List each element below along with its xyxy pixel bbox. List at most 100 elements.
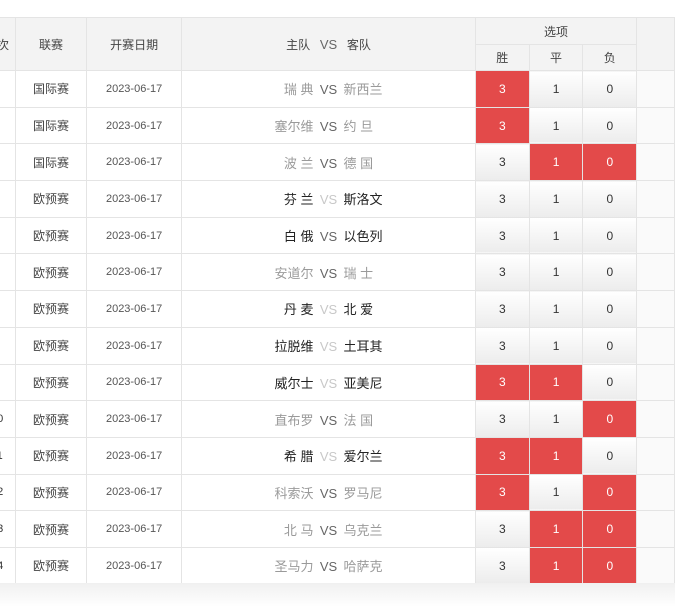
option-draw[interactable]: 1 bbox=[528, 70, 584, 108]
away-team: 北 爱 bbox=[343, 302, 374, 318]
match-seq: 7 bbox=[0, 290, 17, 328]
match-teams: 希 腊 VS 爱尔兰 bbox=[181, 436, 476, 475]
option-draw[interactable]: 1 bbox=[528, 216, 584, 255]
option-draw[interactable]: 1 bbox=[528, 436, 584, 475]
match-row: 13欧预赛2023-06-17 北 马 VS 乌克兰 310 bbox=[0, 510, 675, 548]
option-win[interactable]: 3 bbox=[474, 290, 530, 328]
option-win[interactable]: 3 bbox=[474, 253, 530, 292]
row-extra bbox=[636, 510, 675, 548]
vs-label: VS bbox=[319, 522, 338, 538]
option-win[interactable]: 3 bbox=[474, 363, 530, 402]
match-row: 4欧预赛2023-06-17 芬 兰 VS 斯洛文 310 bbox=[0, 180, 675, 218]
match-league: 欧预赛 bbox=[15, 400, 87, 438]
option-draw[interactable]: 1 bbox=[528, 473, 584, 512]
match-league: 国际赛 bbox=[15, 143, 87, 182]
home-team: 瑞 典 bbox=[283, 82, 314, 98]
home-team: 白 俄 bbox=[283, 229, 314, 245]
home-team: 丹 麦 bbox=[283, 302, 314, 318]
match-row: 7欧预赛2023-06-17 丹 麦 VS 北 爱 310 bbox=[0, 290, 675, 328]
match-seq: 3 bbox=[0, 143, 17, 182]
option-lose[interactable]: 0 bbox=[582, 400, 638, 438]
option-lose[interactable]: 0 bbox=[582, 70, 638, 108]
row-extra bbox=[636, 290, 675, 328]
match-league: 国际赛 bbox=[15, 70, 87, 108]
option-win[interactable]: 3 bbox=[474, 70, 530, 108]
option-lose[interactable]: 0 bbox=[582, 510, 638, 548]
option-win[interactable]: 3 bbox=[474, 180, 530, 218]
option-lose[interactable]: 0 bbox=[582, 363, 638, 402]
vs-label: VS bbox=[319, 229, 338, 245]
option-lose[interactable]: 0 bbox=[582, 546, 638, 585]
home-team: 拉脱维 bbox=[274, 339, 314, 355]
option-win[interactable]: 3 bbox=[474, 510, 530, 548]
option-lose[interactable]: 0 bbox=[582, 253, 638, 292]
home-team: 波 兰 bbox=[283, 155, 314, 171]
option-win[interactable]: 3 bbox=[474, 473, 530, 512]
match-date: 2023-06-17 bbox=[85, 106, 183, 145]
option-draw[interactable]: 1 bbox=[528, 326, 584, 365]
option-lose[interactable]: 0 bbox=[582, 436, 638, 475]
option-draw[interactable]: 1 bbox=[528, 180, 584, 218]
option-lose[interactable]: 0 bbox=[582, 216, 638, 255]
option-win[interactable]: 3 bbox=[474, 436, 530, 475]
vs-label: VS bbox=[319, 449, 338, 465]
option-draw[interactable]: 1 bbox=[528, 510, 584, 548]
option-draw[interactable]: 1 bbox=[528, 106, 584, 145]
betting-table-container: 场次 联赛 开赛日期 主队 VS 客队 选项 胜 平 负 1国际赛2023-06… bbox=[0, 17, 675, 585]
option-win[interactable]: 3 bbox=[474, 106, 530, 145]
option-lose[interactable]: 0 bbox=[582, 326, 638, 365]
vs-label: VS bbox=[319, 192, 338, 208]
vs-label: VS bbox=[319, 559, 338, 575]
header-home: 主队 bbox=[286, 37, 311, 52]
option-draw[interactable]: 1 bbox=[528, 290, 584, 328]
header-seq: 场次 bbox=[0, 17, 17, 71]
match-seq: 2 bbox=[0, 106, 17, 145]
match-date: 2023-06-17 bbox=[85, 436, 183, 475]
header-extra bbox=[636, 17, 675, 71]
header-lose: 负 bbox=[582, 44, 638, 71]
vs-label: VS bbox=[319, 302, 338, 318]
option-lose[interactable]: 0 bbox=[582, 106, 638, 145]
match-teams: 白 俄 VS 以色列 bbox=[181, 216, 476, 255]
row-extra bbox=[636, 253, 675, 292]
match-teams: 科索沃 VS 罗马尼 bbox=[181, 473, 476, 512]
match-league: 欧预赛 bbox=[15, 216, 87, 255]
match-league: 欧预赛 bbox=[15, 363, 87, 402]
header-win: 胜 bbox=[474, 44, 530, 71]
option-draw[interactable]: 1 bbox=[528, 253, 584, 292]
match-seq: 12 bbox=[0, 473, 17, 512]
away-team: 瑞 士 bbox=[343, 265, 374, 281]
match-date: 2023-06-17 bbox=[85, 216, 183, 255]
option-draw[interactable]: 1 bbox=[528, 400, 584, 438]
away-team: 法 国 bbox=[343, 412, 374, 428]
match-row: 8欧预赛2023-06-17 拉脱维 VS 土耳其 310 bbox=[0, 326, 675, 365]
header-date: 开赛日期 bbox=[85, 17, 183, 71]
option-lose[interactable]: 0 bbox=[582, 473, 638, 512]
match-seq: 8 bbox=[0, 326, 17, 365]
match-row: 12欧预赛2023-06-17 科索沃 VS 罗马尼 310 bbox=[0, 473, 675, 512]
home-team: 圣马力 bbox=[274, 559, 314, 575]
away-team: 新西兰 bbox=[343, 82, 383, 98]
match-teams: 北 马 VS 乌克兰 bbox=[181, 510, 476, 548]
option-lose[interactable]: 0 bbox=[582, 143, 638, 182]
option-win[interactable]: 3 bbox=[474, 326, 530, 365]
option-draw[interactable]: 1 bbox=[528, 363, 584, 402]
option-win[interactable]: 3 bbox=[474, 400, 530, 438]
option-lose[interactable]: 0 bbox=[582, 290, 638, 328]
match-league: 国际赛 bbox=[15, 106, 87, 145]
match-date: 2023-06-17 bbox=[85, 400, 183, 438]
home-team: 塞尔维 bbox=[274, 119, 314, 135]
home-team: 希 腊 bbox=[283, 449, 314, 465]
bottom-shade bbox=[0, 583, 675, 607]
option-win[interactable]: 3 bbox=[474, 143, 530, 182]
option-win[interactable]: 3 bbox=[474, 546, 530, 585]
match-date: 2023-06-17 bbox=[85, 290, 183, 328]
option-draw[interactable]: 1 bbox=[528, 546, 584, 585]
match-teams: 直布罗 VS 法 国 bbox=[181, 400, 476, 438]
match-date: 2023-06-17 bbox=[85, 510, 183, 548]
row-extra bbox=[636, 326, 675, 365]
option-lose[interactable]: 0 bbox=[582, 180, 638, 218]
option-win[interactable]: 3 bbox=[474, 216, 530, 255]
option-draw[interactable]: 1 bbox=[528, 143, 584, 182]
match-row: 5欧预赛2023-06-17 白 俄 VS 以色列 310 bbox=[0, 216, 675, 255]
